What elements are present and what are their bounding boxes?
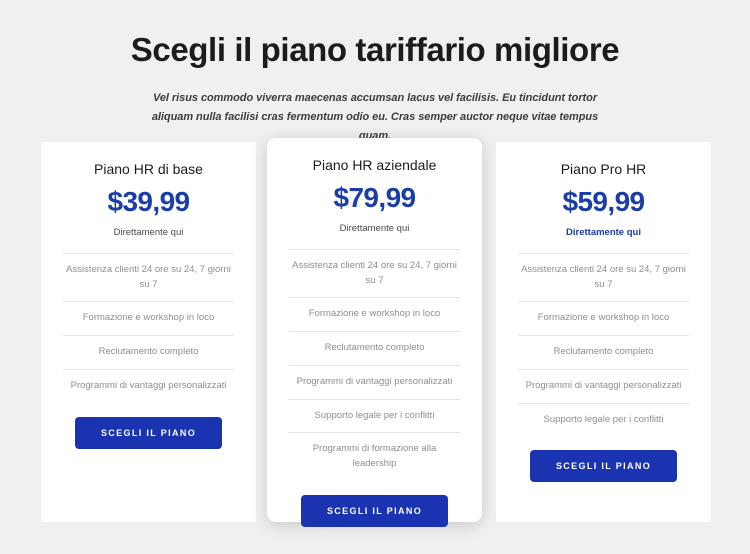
page-title: Scegli il piano tariffario migliore (130, 31, 620, 68)
plan-price: $79,99 (333, 182, 416, 214)
feature-item: Formazione e workshop in loco (63, 301, 234, 335)
pricing-cards: Piano HR di base $39,99 Direttamente qui… (0, 138, 750, 527)
pricing-card-pro: Piano Pro HR $59,99 Direttamente qui Ass… (496, 142, 711, 522)
plan-note: Direttamente qui (113, 226, 184, 238)
feature-item: Reclutamento completo (518, 335, 689, 369)
feature-list: Assistenza clienti 24 ore su 24, 7 giorn… (518, 252, 689, 437)
plan-name: Piano Pro HR (560, 161, 647, 177)
feature-item: Assistenza clienti 24 ore su 24, 7 giorn… (518, 252, 689, 301)
feature-item: Reclutamento completo (63, 335, 234, 369)
pricing-page: Scegli il piano tariffario migliore Vel … (0, 0, 750, 554)
pricing-card-basic: Piano HR di base $39,99 Direttamente qui… (41, 142, 256, 522)
feature-item: Reclutamento completo (289, 331, 460, 365)
plan-name: Piano HR aziendale (312, 157, 437, 173)
plan-name: Piano HR di base (94, 161, 203, 177)
feature-item: Programmi di vantaggi personalizzati (289, 364, 460, 399)
pricing-card-enterprise: Piano HR aziendale $79,99 Direttamente q… (267, 138, 482, 527)
page-header: Scegli il piano tariffario migliore Vel … (0, 0, 750, 146)
feature-item: Programmi di vantaggi personalizzati (518, 368, 689, 403)
plan-price: $59,99 (562, 186, 645, 218)
feature-item: Supporto legale per i conflitti (518, 402, 689, 437)
choose-plan-button[interactable]: Scegli il piano (300, 494, 449, 527)
plan-note: Direttamente qui (566, 226, 641, 238)
plan-price: $39,99 (107, 186, 190, 218)
feature-item: Programmi di formazione alla leadership (289, 432, 460, 480)
feature-list: Assistenza clienti 24 ore su 24, 7 giorn… (289, 248, 460, 481)
feature-item: Formazione e workshop in loco (518, 301, 689, 335)
feature-item: Formazione e workshop in loco (289, 297, 460, 331)
choose-plan-button[interactable]: Scegli il piano (74, 416, 223, 449)
choose-plan-button[interactable]: Scegli il piano (529, 450, 678, 483)
feature-item: Assistenza clienti 24 ore su 24, 7 giorn… (289, 248, 460, 297)
feature-item: Assistenza clienti 24 ore su 24, 7 giorn… (63, 252, 234, 301)
feature-list: Assistenza clienti 24 ore su 24, 7 giorn… (63, 252, 234, 403)
feature-item: Supporto legale per i conflitti (289, 398, 460, 433)
feature-item: Programmi di vantaggi personalizzati (63, 368, 234, 403)
plan-note: Direttamente qui (339, 222, 410, 234)
